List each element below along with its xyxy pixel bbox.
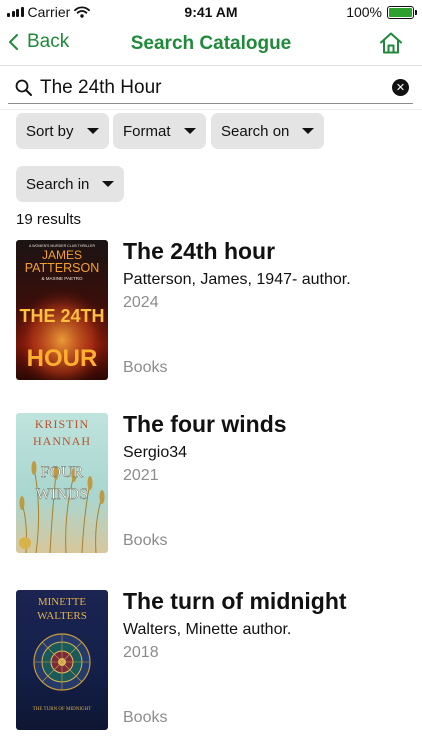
status-right: 100% [346, 4, 417, 20]
search-on-label: Search on [221, 122, 290, 140]
caret-down-icon [86, 128, 99, 134]
result-format: Books [123, 709, 168, 726]
search-bar: ✕ [8, 72, 413, 104]
cover-word2: WINDS [36, 486, 88, 503]
cover-bottom-text: HOUR [27, 345, 98, 372]
result-format: Books [123, 532, 168, 549]
cover-art: MINETTE WALTERS THE TURN OF MIDNIGHT [33, 596, 92, 712]
page-title: Search Catalogue [130, 33, 292, 54]
cover-author-line1: KRISTIN [35, 417, 89, 431]
nav-bar: Back Search Catalogue [0, 24, 422, 66]
format-dropdown[interactable]: Format [113, 113, 206, 149]
result-author: Sergio34 [123, 444, 188, 461]
result-author: Patterson, James, 1947- author. [123, 271, 351, 288]
format-label: Format [123, 122, 171, 140]
result-title: The four winds [123, 411, 287, 437]
result-item[interactable]: A WOMEN'S MURDER CLUB THRILLER JAMES PAT… [0, 238, 422, 390]
cover-coauthor: & MAXINE PAETRO [42, 276, 83, 281]
status-bar: Carrier 9:41 AM 100% [0, 0, 422, 24]
cover-author-line2: HANNAH [33, 434, 91, 448]
cover-big-text: THE 24TH [19, 306, 104, 326]
result-year: 2018 [123, 644, 159, 661]
battery-icon [387, 5, 417, 19]
result-year: 2021 [123, 467, 159, 484]
book-cover: A WOMEN'S MURDER CLUB THRILLER JAMES PAT… [16, 240, 108, 380]
result-title: The turn of midnight [123, 588, 347, 614]
divider [0, 109, 422, 110]
cover-art: A WOMEN'S MURDER CLUB THRILLER JAMES PAT… [16, 244, 108, 380]
result-title: The 24th hour [123, 238, 276, 264]
search-in-dropdown[interactable]: Search in [16, 166, 125, 202]
book-cover: MINETTE WALTERS THE TURN OF MIDNIGHT [16, 590, 108, 730]
search-in-label: Search in [26, 175, 90, 193]
sort-by-label: Sort by [26, 122, 74, 140]
result-item[interactable]: MINETTE WALTERS THE TURN OF MIDNIGHT The… [0, 588, 422, 740]
cover-author-line2: WALTERS [37, 610, 87, 622]
cover-author-line1: JAMES [42, 248, 82, 262]
result-author: Walters, Minette author. [123, 621, 292, 638]
sort-by-dropdown[interactable]: Sort by [16, 113, 109, 149]
result-item[interactable]: KRISTIN HANNAH FOUR WINDS The four winds… [0, 411, 422, 563]
caret-down-icon [102, 181, 115, 187]
book-cover: KRISTIN HANNAH FOUR WINDS [16, 413, 108, 553]
cover-author-line2: PATTERSON [25, 261, 100, 275]
cover-word1: FOUR [41, 464, 84, 481]
cover-art: KRISTIN HANNAH FOUR WINDS [19, 417, 105, 553]
clear-search-button[interactable]: ✕ [392, 79, 409, 96]
results-count: 19 results [16, 211, 82, 228]
result-format: Books [123, 359, 168, 376]
search-input[interactable] [40, 76, 392, 99]
caret-down-icon [302, 128, 315, 134]
cover-author-line1: MINETTE [38, 596, 87, 608]
search-icon [15, 79, 32, 96]
caret-down-icon [183, 128, 196, 134]
home-icon[interactable] [378, 30, 404, 56]
battery-percent: 100% [346, 4, 382, 20]
result-year: 2024 [123, 294, 159, 311]
search-on-dropdown[interactable]: Search on [211, 113, 325, 149]
cover-title-text: THE TURN OF MIDNIGHT [33, 707, 92, 712]
